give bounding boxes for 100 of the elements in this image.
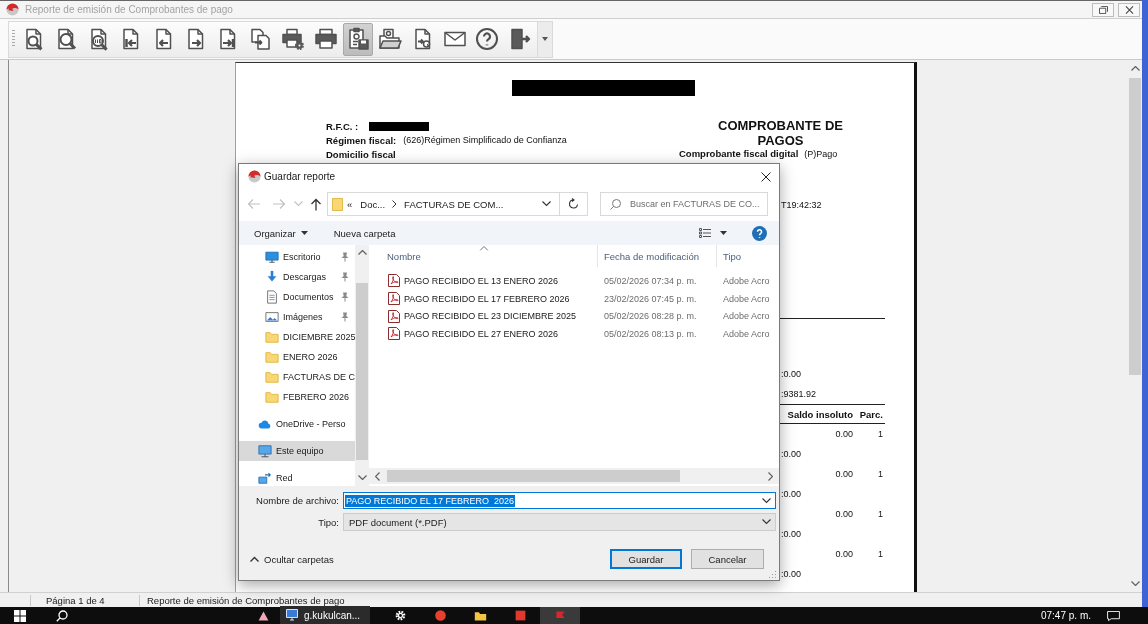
dialog-title: Guardar reporte [264,171,336,182]
status-text: Página 1 de 4 [30,594,140,606]
monitor-icon [286,609,298,621]
help-icon[interactable] [752,225,767,241]
close-icon [761,171,771,182]
horizontal-scrollbar[interactable] [369,468,779,484]
table-cell-text: 1 [877,509,883,519]
address-bar[interactable]: « Doc... FACTURAS DE COM... [327,192,588,216]
column-header[interactable]: Tipo [717,245,779,267]
filename-field[interactable]: PAGO RECIBIDO EL 17 FEBRERO 2026 [343,492,776,509]
square-icon [513,609,527,622]
cancel-button[interactable]: Cancelar [691,549,764,569]
close-icon [1124,5,1134,14]
caret-icon [720,231,727,235]
nav-item[interactable]: DICIEMBRE 2025 [239,327,355,347]
column-header[interactable]: Fecha de modificación [598,245,717,267]
scroll-right-icon[interactable] [768,471,773,481]
column-header[interactable]: Nombre [369,245,598,267]
file-name[interactable]: PAGO RECIBIDO EL 23 DICIEMBRE 2025 [404,311,577,322]
tooltip-text: g.kukulcan... [304,609,361,621]
file-row[interactable]: PAGO RECIBIDO EL 27 ENERO 2026 05/02/2026 08:13 p. m. Adobe Acro [369,325,779,343]
more-locations-button[interactable]: « [346,198,354,210]
restore-button[interactable] [1092,2,1114,17]
file-name[interactable]: PAGO RECIBIDO EL 27 ENERO 2026 [404,328,559,339]
monitor-icon [265,250,279,264]
help-icon [475,27,500,51]
nav-item[interactable]: Red [239,468,355,488]
file-name[interactable]: PAGO RECIBIDO EL 13 ENERO 2026 [404,275,559,286]
app-logo-icon [248,170,261,183]
scroll-down-icon[interactable] [1130,581,1140,586]
nav-item[interactable]: FEBRERO 2026 [239,387,355,407]
pages-arrow-icon [248,27,273,51]
new-folder-button[interactable]: Nueva carpeta [333,223,396,243]
scroll-down-icon[interactable] [357,475,367,480]
file-name[interactable]: PAGO RECIBIDO EL 17 FEBRERO 2026 [404,293,570,304]
nav-item[interactable]: FACTURAS DE C [239,367,355,387]
up-arrow-icon[interactable] [310,197,322,211]
nav-item[interactable]: Este equipo [239,441,355,461]
field-label: Comprobante fiscal digital [679,148,799,159]
save-button[interactable]: Guardar [610,549,682,569]
search-icon[interactable] [56,609,68,622]
scrollbar-thumb[interactable] [387,470,680,482]
pdf-file-icon [388,309,400,323]
table-cell-text: 0.00 [834,549,853,559]
file-row[interactable]: PAGO RECIBIDO EL 23 DICIEMBRE 2025 05/02/2026 08:28 p. m. Adobe Acro [369,307,779,326]
chevron-down-icon [762,519,771,525]
folder-icon [265,370,279,384]
printer-gear-icon [281,27,306,51]
table-cell-text: Adobe Acro [722,328,770,339]
field-value: (626)Régimen Simplificado de Confianza [403,135,567,145]
table-cell-text: 23/02/2026 07:45 p. m. [603,293,698,304]
chevron-right-icon[interactable] [392,200,398,208]
triangle-icon [256,609,270,622]
table-cell-text: 05/02/2026 08:28 p. m. [603,311,698,322]
nav-item[interactable]: OneDrive - Perso [239,414,355,434]
document-title: COMPROBANTE DE PAGOS [717,119,844,148]
breadcrumb-item[interactable]: FACTURAS DE COM... [403,198,505,210]
clock-text[interactable]: 07:47 p. m. [1040,610,1091,621]
pin-icon[interactable] [341,312,349,322]
hide-folders-button[interactable]: Ocultar carpetas [250,553,334,565]
scroll-left-icon[interactable] [375,471,380,481]
chevron-down-icon[interactable] [542,201,551,207]
table-cell-text: 05/02/2026 07:34 p. m. [603,275,698,286]
breadcrumb-item[interactable]: Doc... [359,198,387,210]
resize-grip-icon[interactable] [769,570,777,578]
chevron-down-icon[interactable] [762,497,771,504]
search-field[interactable]: Buscar en FACTURAS DE CO... [600,192,768,216]
nav-item[interactable]: Imágenes [239,307,355,327]
search-icon [610,198,621,210]
download-arrow-icon [265,270,279,284]
pin-icon[interactable] [341,252,349,262]
nav-item[interactable]: Escritorio [239,247,355,267]
vertical-scrollbar[interactable] [355,245,369,486]
pin-icon[interactable] [341,272,349,282]
file-row[interactable]: PAGO RECIBIDO EL 13 ENERO 2026 05/02/2026 07:34 p. m. Adobe Acro [369,272,779,290]
field-value: (P)Pago [804,148,838,159]
status-text: Reporte de emisión de Comprobantes de pago [146,594,345,606]
field-label: Nombre de archivo: [255,495,339,506]
scroll-up-icon[interactable] [357,250,367,255]
field-label: Régimen fiscal: [326,134,397,146]
table-cell-text: 0.00 [834,469,853,479]
scroll-up-icon[interactable] [1130,66,1140,71]
notification-icon[interactable] [1107,610,1120,621]
field-label: Tipo: [317,516,339,528]
nav-item[interactable]: Documentos [239,287,355,307]
file-type-dropdown[interactable]: PDF document (*.PDF) [343,513,776,531]
table-cell-text: 1 [877,469,883,479]
export-button[interactable] [342,22,373,56]
pin-icon[interactable] [341,292,349,302]
organize-menu-button[interactable]: Organizar [254,223,308,243]
gear-icon [393,609,407,622]
grip-icon[interactable] [12,30,15,48]
nav-item[interactable]: ENERO 2026 [239,347,355,367]
file-row[interactable]: PAGO RECIBIDO EL 17 FEBRERO 2026 23/02/2026 07:45 p. m. Adobe Acro [369,289,779,308]
folder-icon [332,197,343,211]
table-cell-text: 1 [877,549,883,559]
scrollbar-thumb[interactable] [1129,78,1141,375]
nav-item[interactable]: Descargas [239,267,355,287]
windows-logo-icon[interactable] [14,609,26,622]
scrollbar-thumb[interactable] [356,283,368,460]
